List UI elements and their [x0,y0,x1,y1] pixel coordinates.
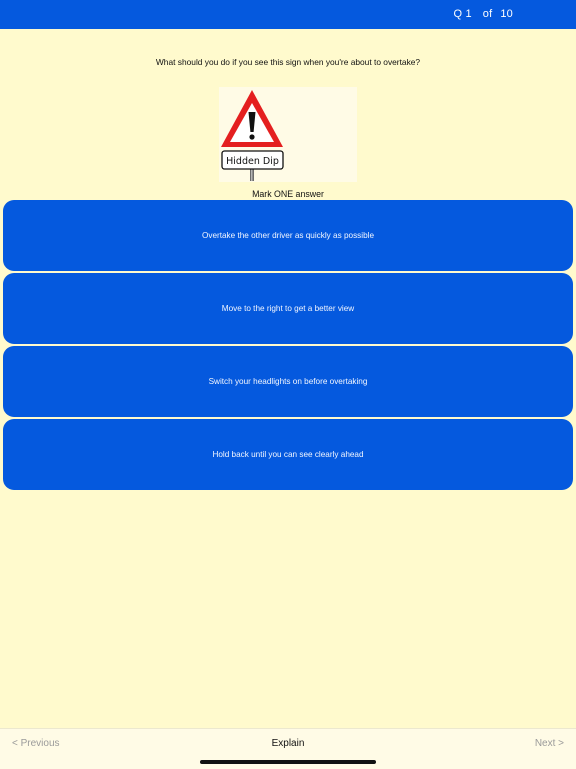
answer-option-2[interactable]: Move to the right to get a better view [3,273,573,344]
home-indicator[interactable] [200,760,376,764]
answer-option-4[interactable]: Hold back until you can see clearly ahea… [3,419,573,490]
warning-triangle-icon: Hidden Dip [221,90,284,181]
answer-list: Overtake the other driver as quickly as … [3,200,573,492]
answer-label: Move to the right to get a better view [221,304,355,313]
question-total: 10 [500,8,513,20]
answer-label: Switch your headlights on before overtak… [208,377,368,386]
instruction-text: Mark ONE answer [252,189,324,199]
question-counter: Q 1 of 10 [453,8,513,20]
explain-container: Explain [0,738,576,749]
sign-plate-text: Hidden Dip [226,156,279,167]
explain-button[interactable]: Explain [272,738,305,749]
answer-label: Hold back until you can see clearly ahea… [212,450,364,459]
of-label: of [482,8,493,20]
top-bar: Q 1 of 10 [0,0,576,29]
answer-label: Overtake the other driver as quickly as … [201,231,375,240]
road-sign-image: Hidden Dip [219,87,357,182]
answer-option-3[interactable]: Switch your headlights on before overtak… [3,346,573,417]
answer-option-1[interactable]: Overtake the other driver as quickly as … [3,200,573,271]
question-number: Q 1 [453,8,472,20]
question-text: What should you do if you see this sign … [155,57,421,67]
next-button[interactable]: Next > [535,738,564,749]
